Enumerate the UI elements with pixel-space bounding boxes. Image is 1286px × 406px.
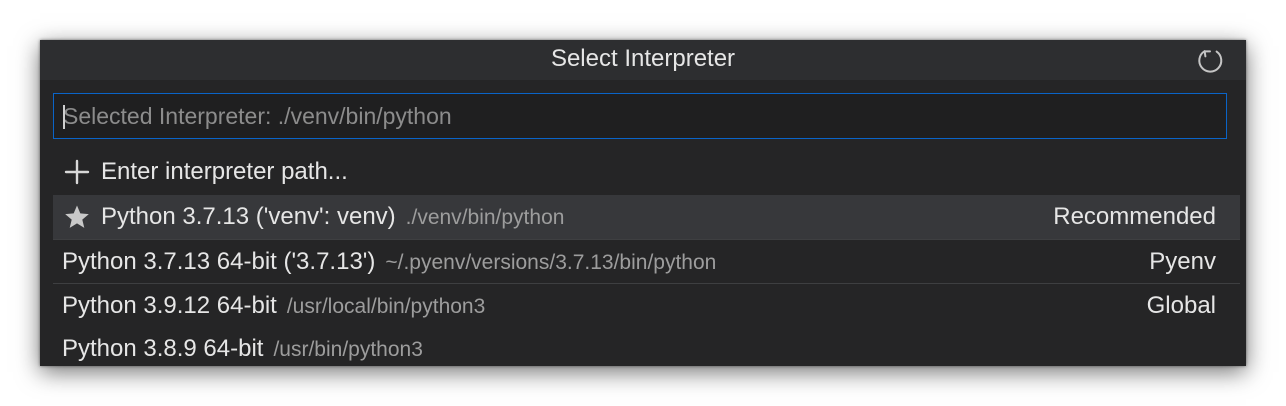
interpreter-name: Python 3.9.12 64-bit: [62, 292, 277, 319]
interpreter-item-label: Python 3.7.13 64-bit ('3.7.13') ~/.pyenv/…: [62, 240, 716, 284]
interpreter-item-venv[interactable]: Python 3.7.13 ('venv': venv) ./venv/bin/p…: [53, 195, 1240, 239]
interpreter-name: Python 3.8.9 64-bit: [62, 335, 264, 362]
interpreter-item-system[interactable]: Python 3.8.9 64-bit/usr/bin/python3: [53, 327, 1240, 366]
select-interpreter-picker: Select Interpreter Enter interpreter pat…: [40, 40, 1246, 366]
interpreter-item-global[interactable]: Python 3.9.12 64-bit/usr/local/bin/pytho…: [53, 283, 1240, 327]
interpreter-path: /usr/local/bin/python3: [286, 295, 486, 318]
interpreter-path: ./venv/bin/python: [405, 206, 565, 229]
interpreter-path: /usr/bin/python3: [273, 338, 423, 361]
refresh-icon[interactable]: [1196, 45, 1226, 75]
interpreter-item-label: Python 3.8.9 64-bit/usr/bin/python3: [62, 327, 423, 366]
enter-interpreter-path-item[interactable]: Enter interpreter path...: [53, 150, 1240, 194]
interpreter-search-box[interactable]: [53, 93, 1227, 139]
interpreter-name: Python 3.7.13 64-bit ('3.7.13'): [62, 248, 376, 275]
interpreter-item-pyenv[interactable]: Python 3.7.13 64-bit ('3.7.13') ~/.pyenv/…: [53, 239, 1240, 283]
interpreter-tag-global: Global: [1146, 292, 1216, 319]
interpreter-name: Python 3.7.13 ('venv': venv): [101, 203, 396, 230]
picker-titlebar: Select Interpreter: [40, 40, 1246, 80]
interpreter-tag-pyenv: Pyenv: [1149, 248, 1216, 275]
text-caret: [63, 105, 65, 129]
picker-title: Select Interpreter: [550, 45, 736, 72]
interpreter-item-label: Python 3.9.12 64-bit/usr/local/bin/pytho…: [62, 284, 485, 328]
interpreter-path: ~/.pyenv/versions/3.7.13/bin/python: [385, 251, 717, 274]
interpreter-item-label: Python 3.7.13 ('venv': venv) ./venv/bin/p…: [101, 195, 564, 239]
plus-icon: [64, 159, 90, 185]
interpreter-search-input[interactable]: [54, 94, 1226, 138]
star-icon: [65, 205, 89, 228]
interpreter-tag-recommended: Recommended: [1053, 203, 1216, 230]
enter-interpreter-path-label: Enter interpreter path...: [101, 158, 348, 185]
